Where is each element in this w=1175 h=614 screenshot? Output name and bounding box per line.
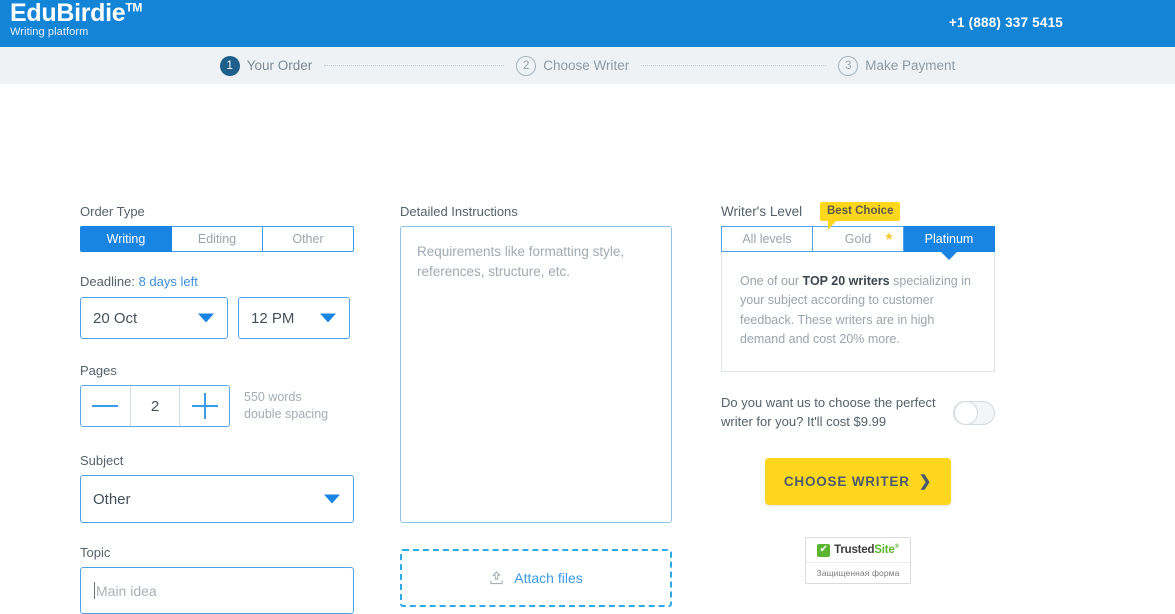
- writer-column: Best Choice Writer's Level All levels Go…: [721, 202, 995, 584]
- deadline-days-left: 8 days left: [138, 274, 198, 289]
- text-cursor: [94, 582, 95, 599]
- attach-files-label: Attach files: [514, 570, 583, 586]
- top-header-bar: EduBirdieTM Writing platform +1 (888) 33…: [0, 0, 1175, 47]
- best-choice-badge: Best Choice: [820, 202, 901, 230]
- pages-value-input[interactable]: 2: [129, 386, 181, 426]
- order-type-label: Order Type: [80, 204, 145, 219]
- cta-row: CHOOSE WRITER ❯: [721, 457, 995, 505]
- order-type-option-other[interactable]: Other: [263, 226, 354, 252]
- trusted-word: Trusted: [834, 544, 875, 557]
- chevron-down-icon: [320, 313, 336, 323]
- step-3-label: Make Payment: [865, 58, 956, 73]
- deadline-label-text: Deadline:: [80, 274, 135, 289]
- choose-writer-label: CHOOSE WRITER: [783, 473, 910, 489]
- subject-value: Other: [93, 490, 131, 508]
- deadline-date-select[interactable]: 20 Oct: [80, 297, 228, 339]
- chevron-down-icon: [198, 313, 214, 323]
- step-1-label: Your Order: [246, 58, 313, 73]
- step-1-number: 1: [219, 55, 240, 76]
- pages-label: Pages: [80, 363, 117, 378]
- trust-badge-row: ✔ TrustedSite® Защищенная форма: [721, 536, 995, 584]
- trustedsite-subtitle: Защищенная форма: [816, 567, 900, 578]
- perfect-writer-text: Do you want us to choose the perfect wri…: [721, 395, 936, 429]
- pages-word-count: 550 words: [244, 390, 302, 405]
- brand-name: EduBirdieTM: [10, 0, 143, 27]
- subject-label: Subject: [80, 453, 124, 468]
- deadline-time-select[interactable]: 12 PM: [238, 297, 350, 339]
- order-type-option-editing[interactable]: Editing: [172, 226, 263, 252]
- upload-icon: [490, 571, 503, 585]
- pages-spacing-note: double spacing: [244, 407, 329, 421]
- deadline-label: Deadline: 8 days left: [80, 274, 354, 289]
- choose-writer-button[interactable]: CHOOSE WRITER ❯: [765, 457, 951, 505]
- pages-row: 2 550 words double spacing: [80, 385, 354, 427]
- check-icon: ✔: [817, 543, 831, 557]
- step-make-payment[interactable]: 3 Make Payment: [838, 55, 956, 76]
- description-pre: One of our: [740, 274, 803, 288]
- level-option-all-levels[interactable]: All levels: [721, 226, 813, 252]
- pages-increment-button[interactable]: [180, 386, 229, 426]
- level-gold-label: Gold: [844, 232, 872, 246]
- step-2-number: 2: [516, 55, 537, 76]
- trustedsite-name: TrustedSite®: [834, 544, 899, 556]
- step-your-order[interactable]: 1 Your Order: [219, 55, 313, 76]
- deadline-section: Deadline: 8 days left 20 Oct 12 PM: [80, 274, 354, 339]
- chevron-right-icon: ❯: [918, 473, 933, 491]
- trustedsite-badge[interactable]: ✔ TrustedSite® Защищенная форма: [805, 536, 911, 584]
- minus-icon: [92, 393, 119, 419]
- step-choose-writer[interactable]: 2 Choose Writer: [516, 55, 630, 76]
- instructions-textarea[interactable]: Requirements like formatting style, refe…: [400, 226, 672, 523]
- plus-icon: [191, 393, 218, 419]
- star-icon: ★: [884, 231, 894, 243]
- topic-input[interactable]: Main idea: [80, 567, 354, 614]
- registered-mark: ®: [894, 544, 899, 551]
- pages-section: Pages 2 550 words double spacing: [80, 363, 354, 427]
- deadline-selectors: 20 Oct 12 PM: [80, 297, 354, 339]
- progress-stepper: 1 Your Order 2 Choose Writer 3 Make Paym…: [0, 47, 1175, 84]
- site-word: Site: [874, 544, 895, 557]
- step-2-label: Choose Writer: [543, 58, 630, 73]
- topic-section: Topic Main idea: [80, 545, 354, 614]
- writer-level-description: One of our TOP 20 writers specializing i…: [721, 252, 995, 372]
- attach-files-dropzone[interactable]: Attach files: [400, 549, 672, 607]
- deadline-time-value: 12 PM: [251, 309, 295, 327]
- chevron-down-icon: [324, 494, 340, 504]
- pages-stepper: 2: [80, 385, 230, 427]
- topic-label: Topic: [80, 545, 111, 560]
- brand-logo[interactable]: EduBirdieTM Writing platform: [10, 1, 142, 38]
- instructions-column: Detailed Instructions Requirements like …: [400, 204, 672, 607]
- step-3-number: 3: [838, 55, 859, 76]
- brand-tagline: Writing platform: [10, 26, 89, 38]
- writers-level-tabs: All levels Gold ★ Platinum: [721, 226, 995, 252]
- order-form: Order Type Writing Editing Other Deadlin…: [0, 84, 1175, 614]
- trustedsite-title-row: ✔ TrustedSite®: [806, 543, 910, 563]
- deadline-date-value: 20 Oct: [93, 309, 138, 327]
- phone-number[interactable]: +1 (888) 337 5415: [949, 15, 1063, 30]
- step-divider-1: [324, 65, 505, 66]
- instructions-label: Detailed Instructions: [400, 204, 518, 219]
- order-details-column: Order Type Writing Editing Other Deadlin…: [80, 204, 354, 614]
- level-option-gold[interactable]: Gold ★: [813, 226, 904, 252]
- perfect-writer-row: Do you want us to choose the perfect wri…: [721, 394, 995, 432]
- description-highlight: TOP 20 writers: [802, 274, 890, 288]
- topic-placeholder: Main idea: [96, 582, 157, 599]
- perfect-writer-toggle[interactable]: [953, 400, 995, 425]
- order-type-segmented-control: Writing Editing Other: [80, 226, 354, 252]
- step-divider-2: [641, 65, 827, 66]
- toggle-knob: [954, 400, 978, 425]
- pages-word-count-info: 550 words double spacing: [244, 389, 328, 423]
- subject-section: Subject Other: [80, 453, 354, 523]
- subject-select[interactable]: Other: [80, 475, 354, 523]
- level-option-platinum[interactable]: Platinum: [904, 226, 995, 252]
- order-type-option-writing[interactable]: Writing: [80, 226, 172, 252]
- pages-decrement-button[interactable]: [81, 386, 130, 426]
- brand-tm: TM: [125, 0, 143, 15]
